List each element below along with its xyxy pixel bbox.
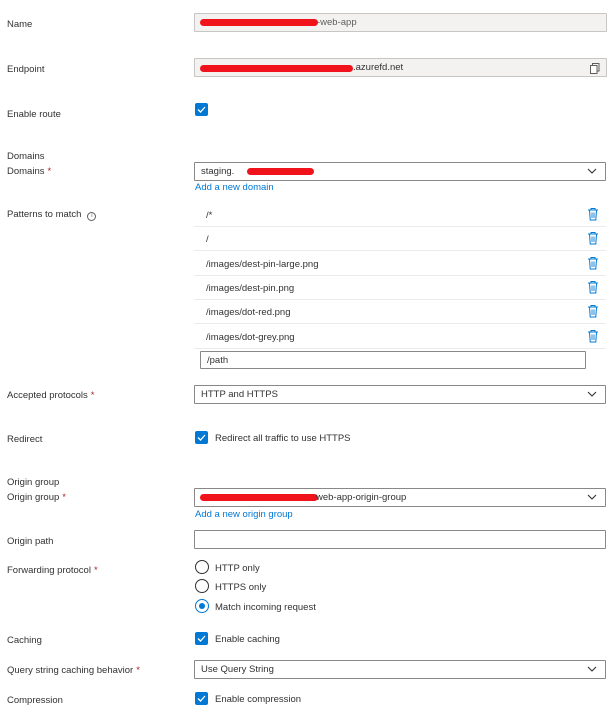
- origin-path-input[interactable]: [194, 530, 606, 549]
- add-domain-link[interactable]: Add a new domain: [195, 182, 274, 193]
- caching-label: Caching: [7, 635, 42, 646]
- chevron-down-icon: [587, 494, 597, 500]
- copy-icon[interactable]: [590, 63, 600, 74]
- enable-route-label: Enable route: [7, 109, 61, 120]
- endpoint-value: .azurefd.net: [353, 62, 404, 73]
- accepted-protocols-value: HTTP and HTTPS: [201, 389, 278, 400]
- endpoint-field: .azurefd.net: [194, 58, 607, 77]
- radio-https-only[interactable]: [195, 579, 209, 593]
- trash-icon[interactable]: [587, 207, 599, 221]
- origin-group-label: Origin group *: [7, 492, 66, 503]
- accepted-protocols-label: Accepted protocols *: [7, 390, 95, 401]
- origin-group-value: web-app-origin-group: [316, 492, 407, 503]
- chevron-down-icon: [587, 391, 597, 397]
- trash-icon[interactable]: [587, 329, 599, 343]
- enable-route-checkbox[interactable]: [195, 103, 208, 116]
- pattern-row: /images/dest-pin.png: [194, 276, 606, 300]
- pattern-text: /images/dot-red.png: [206, 307, 291, 319]
- query-string-value: Use Query String: [201, 664, 274, 675]
- radio-https-only-label: HTTPS only: [215, 582, 267, 593]
- name-label: Name: [7, 19, 33, 30]
- origin-group-section-title: Origin group: [7, 477, 60, 488]
- checkmark-icon: [197, 434, 206, 441]
- pattern-row: /*: [194, 203, 606, 227]
- chevron-down-icon: [587, 168, 597, 174]
- redirect-checkbox[interactable]: [195, 431, 208, 444]
- domains-value: staging.: [201, 166, 235, 177]
- radio-http-only[interactable]: [195, 560, 209, 574]
- checkmark-icon: [197, 635, 206, 642]
- redacted-text: [200, 494, 318, 501]
- name-field: -web-app: [194, 13, 607, 32]
- origin-path-label: Origin path: [7, 536, 54, 547]
- pattern-text: /images/dest-pin-large.png: [206, 258, 319, 270]
- chevron-down-icon: [587, 666, 597, 672]
- caching-checkbox-label: Enable caching: [215, 634, 280, 645]
- radio-match-incoming-label: Match incoming request: [215, 602, 316, 613]
- forwarding-protocol-label: Forwarding protocol *: [7, 565, 98, 576]
- checkmark-icon: [197, 106, 206, 113]
- trash-icon[interactable]: [587, 280, 599, 294]
- query-string-dropdown[interactable]: Use Query String: [194, 660, 606, 679]
- pattern-text: /: [206, 234, 209, 246]
- trash-icon[interactable]: [587, 304, 599, 318]
- redirect-label: Redirect: [7, 434, 43, 445]
- new-pattern-placeholder: /path: [207, 355, 229, 366]
- redacted-text: [200, 19, 318, 26]
- trash-icon[interactable]: [587, 256, 599, 270]
- name-value: -web-app: [317, 17, 357, 28]
- trash-icon[interactable]: [587, 231, 599, 245]
- domains-label: Domains *: [7, 166, 52, 177]
- patterns-label: Patterns to match i: [7, 209, 97, 221]
- radio-match-incoming[interactable]: [195, 599, 209, 613]
- pattern-row: /images/dot-red.png: [194, 300, 606, 325]
- domains-section-title: Domains: [7, 151, 45, 162]
- origin-group-dropdown[interactable]: web-app-origin-group: [194, 488, 606, 507]
- pattern-text: /images/dot-grey.png: [206, 331, 295, 343]
- checkmark-icon: [197, 695, 206, 702]
- pattern-row: /images/dest-pin-large.png: [194, 252, 606, 276]
- redirect-checkbox-label: Redirect all traffic to use HTTPS: [215, 433, 351, 444]
- endpoint-label: Endpoint: [7, 64, 45, 75]
- query-string-label: Query string caching behavior *: [7, 665, 140, 676]
- compression-label: Compression: [7, 695, 63, 706]
- redacted-text: [247, 168, 314, 175]
- new-pattern-input[interactable]: /path: [200, 351, 586, 369]
- radio-http-only-label: HTTP only: [215, 563, 260, 574]
- add-origin-group-link[interactable]: Add a new origin group: [195, 509, 293, 520]
- pattern-text: /*: [206, 210, 213, 221]
- pattern-text: /images/dest-pin.png: [206, 282, 295, 294]
- pattern-row: /: [194, 227, 606, 252]
- compression-checkbox-label: Enable compression: [215, 694, 302, 705]
- compression-checkbox[interactable]: [195, 692, 208, 705]
- info-icon[interactable]: i: [87, 212, 97, 221]
- accepted-protocols-dropdown[interactable]: HTTP and HTTPS: [194, 385, 606, 404]
- caching-checkbox[interactable]: [195, 632, 208, 645]
- pattern-row: /images/dot-grey.png: [194, 325, 606, 349]
- domains-dropdown[interactable]: staging.: [194, 162, 606, 181]
- redacted-text: [200, 65, 353, 72]
